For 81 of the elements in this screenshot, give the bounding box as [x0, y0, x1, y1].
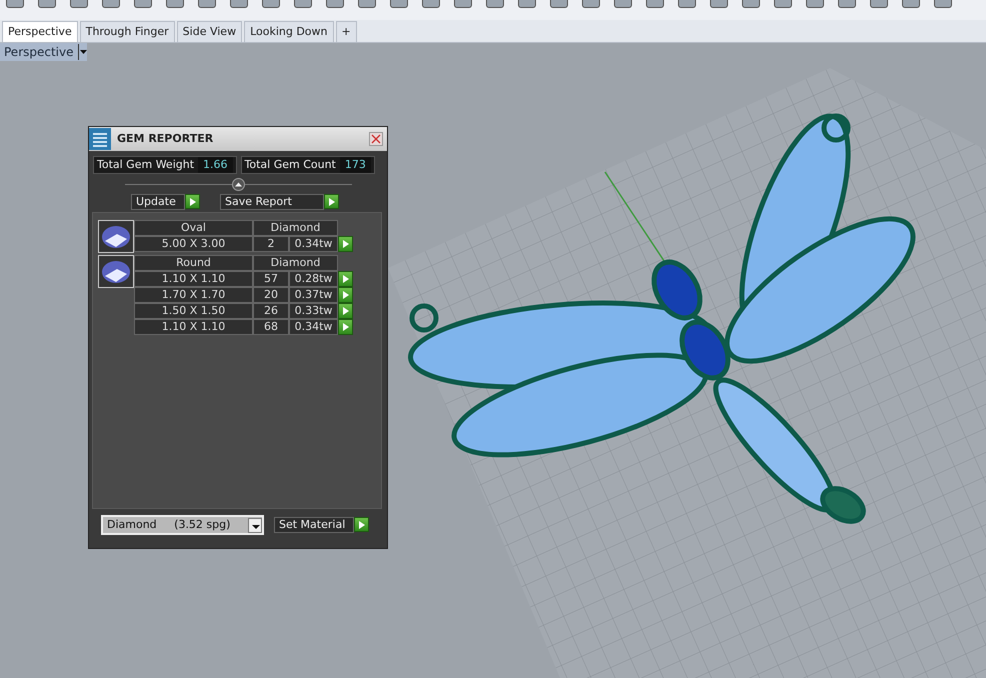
toolbar-button[interactable] [230, 0, 248, 8]
toolbar-button[interactable] [422, 0, 440, 8]
table-cell: 0.33tw [289, 303, 338, 319]
viewport-tab[interactable]: Looking Down [244, 21, 334, 42]
panel-button[interactable]: Set Material [274, 517, 354, 533]
toolbar-button[interactable] [358, 0, 376, 8]
table-cell: 5.00 X 3.00 [134, 236, 253, 252]
toolbar-button[interactable] [198, 0, 216, 8]
shape-header: Oval [134, 220, 253, 236]
table-cell: 0.37tw [289, 287, 338, 303]
toolbar-button[interactable] [774, 0, 792, 8]
toolbar-button[interactable] [902, 0, 920, 8]
panel-button[interactable]: Save Report [220, 194, 324, 210]
toolbar-button[interactable] [390, 0, 408, 8]
toolbar-button[interactable] [838, 0, 856, 8]
table-cell: 20 [253, 287, 289, 303]
table-cell: 1.70 X 1.70 [134, 287, 253, 303]
play-button[interactable] [324, 194, 339, 209]
play-button[interactable] [354, 517, 369, 532]
toolbar-button[interactable] [710, 0, 728, 8]
toolbar-button[interactable] [294, 0, 312, 8]
total-value: 173 [340, 157, 371, 173]
collapse-handle-icon[interactable] [232, 178, 244, 190]
play-icon[interactable] [342, 240, 348, 248]
toolbar-button[interactable] [166, 0, 184, 8]
material-header: Diamond [253, 255, 338, 271]
toolbar-button[interactable] [934, 0, 952, 8]
toolbar-button[interactable] [102, 0, 120, 8]
table-cell: 1.50 X 1.50 [134, 303, 253, 319]
toolbar-button[interactable] [806, 0, 824, 8]
play-icon[interactable] [190, 198, 196, 206]
toolbar-button[interactable] [742, 0, 760, 8]
caret-icon[interactable] [78, 44, 86, 60]
play-icon[interactable] [328, 198, 334, 206]
table-cell: 0.34tw [289, 236, 338, 252]
table-cell: 0.28tw [289, 271, 338, 287]
play-button[interactable] [338, 319, 353, 335]
toolbar-button[interactable] [870, 0, 888, 8]
play-button[interactable] [338, 303, 353, 319]
toolbar-button[interactable] [646, 0, 664, 8]
report-icon [89, 128, 111, 150]
close-icon[interactable] [369, 132, 383, 146]
table-cell: 1.10 X 1.10 [134, 319, 253, 335]
toolbar-button[interactable] [486, 0, 504, 8]
viewport-tab[interactable]: Side View [176, 21, 242, 42]
toolbar-button[interactable] [454, 0, 472, 8]
play-icon[interactable] [358, 520, 364, 528]
total-label: Total Gem Weight [97, 157, 196, 173]
play-button[interactable] [338, 287, 353, 303]
toolbar-button[interactable] [134, 0, 152, 8]
toolbar-button[interactable] [38, 0, 56, 8]
table-cell: 0.34tw [289, 319, 338, 335]
table-cell: 68 [253, 319, 289, 335]
total-value: 1.66 [198, 157, 233, 173]
material-header: Diamond [253, 220, 338, 236]
play-button[interactable] [185, 194, 200, 209]
total-label: Total Gem Count [244, 157, 337, 173]
shape-header: Round [134, 255, 253, 271]
play-button[interactable] [338, 271, 353, 287]
play-button[interactable] [338, 236, 353, 252]
gem-icon [98, 220, 134, 253]
gem-icon [98, 255, 134, 288]
table-cell: 1.10 X 1.10 [134, 271, 253, 287]
toolbar-button[interactable] [582, 0, 600, 8]
toolbar-button[interactable] [262, 0, 280, 8]
toolbar-button[interactable] [326, 0, 344, 8]
table-cell: 26 [253, 303, 289, 319]
material-dropdown[interactable]: Diamond (3.52 spg) [101, 515, 264, 535]
panel-title: GEM REPORTER [117, 131, 214, 147]
viewport-tab[interactable]: Perspective [2, 21, 78, 42]
viewport-tab[interactable]: Through Finger [80, 21, 175, 42]
toolbar-button[interactable] [678, 0, 696, 8]
new-tab-button[interactable]: + [336, 21, 357, 42]
toolbar-button[interactable] [550, 0, 568, 8]
table-cell: 57 [253, 271, 289, 287]
toolbar-button[interactable] [70, 0, 88, 8]
panel-button[interactable]: Update [131, 194, 185, 210]
toolbar-button[interactable] [6, 0, 24, 8]
table-cell: 2 [253, 236, 289, 252]
toolbar-button[interactable] [518, 0, 536, 8]
toolbar-button[interactable] [614, 0, 632, 8]
